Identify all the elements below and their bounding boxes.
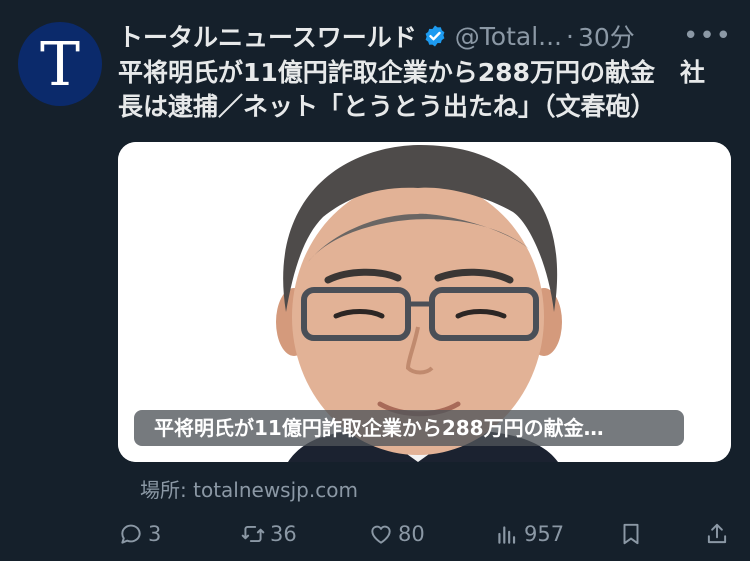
verified-badge-icon[interactable]: [423, 24, 447, 48]
separator: ·: [566, 21, 574, 51]
retweet-count: 36: [270, 522, 297, 546]
action-bar: 3 36 80 957: [118, 512, 738, 556]
source-label: 場所:: [140, 478, 194, 502]
share-button[interactable]: [704, 512, 734, 556]
card-title: 平将明氏が11億円詐取企業から288万円の献金…: [134, 410, 684, 446]
bookmark-button[interactable]: [618, 512, 648, 556]
like-button[interactable]: 80: [368, 512, 425, 556]
timestamp[interactable]: 30分: [578, 18, 635, 54]
views-icon: [498, 526, 516, 544]
reply-count: 3: [148, 522, 162, 546]
card-source: 場所: totalnewsjp.com: [140, 474, 358, 503]
retweet-icon: [241, 525, 265, 543]
reply-button[interactable]: 3: [118, 512, 161, 556]
display-name[interactable]: トータルニュースワールド: [118, 18, 417, 54]
more-icon[interactable]: •••: [683, 21, 732, 51]
link-card[interactable]: 平将明氏が11億円詐取企業から288万円の献金…: [118, 142, 731, 462]
like-count: 80: [398, 522, 425, 546]
tweet[interactable]: T トータルニュースワールド @Total... · 30分 ••• 平将明氏が…: [0, 0, 750, 561]
heart-icon: [371, 525, 391, 544]
views-button[interactable]: 957: [494, 512, 564, 556]
tweet-header: トータルニュースワールド @Total... · 30分 •••: [118, 16, 732, 56]
avatar[interactable]: T: [18, 22, 102, 106]
bookmark-icon: [623, 523, 639, 545]
tweet-text: 平将明氏が11億円詐取企業から288万円の献金 社長は逮捕／ネット「とうとう出た…: [118, 58, 705, 121]
reply-icon: [121, 524, 141, 544]
retweet-button[interactable]: 36: [240, 512, 297, 556]
handle[interactable]: @Total...: [455, 22, 562, 51]
views-count: 957: [524, 522, 565, 546]
source-domain-link[interactable]: totalnewsjp.com: [193, 478, 358, 502]
share-icon: [707, 523, 727, 544]
avatar-letter: T: [39, 30, 81, 100]
